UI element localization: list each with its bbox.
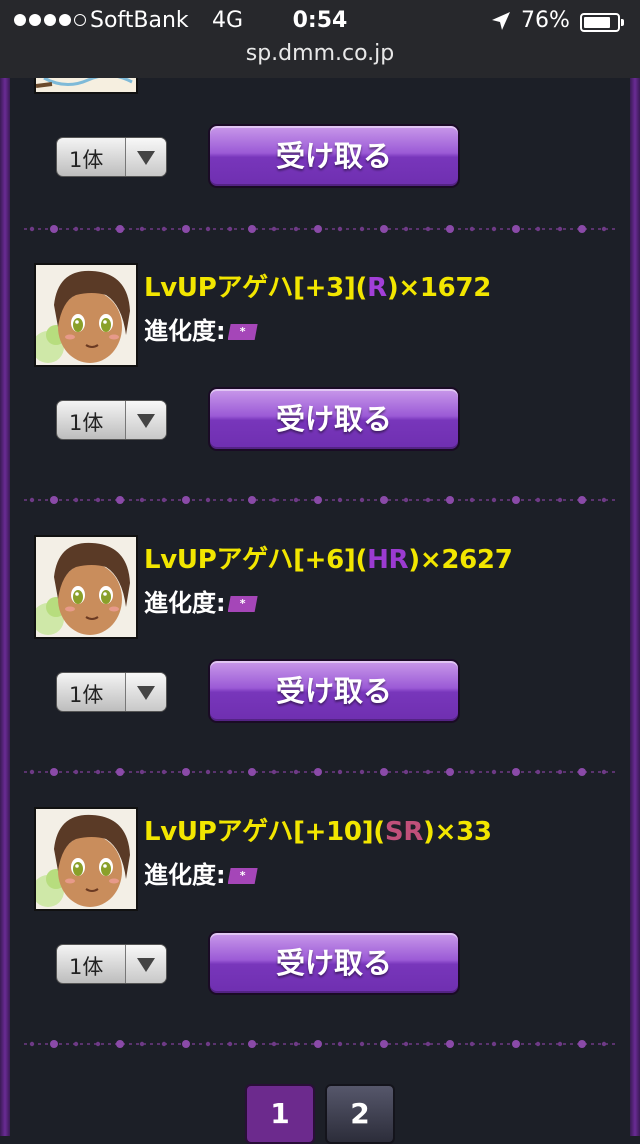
rarity-label: R: [367, 273, 387, 303]
character-thumbnail: [34, 535, 138, 639]
dropdown-arrow-icon: [137, 958, 155, 972]
rarity-label: SR: [384, 817, 424, 847]
reward-item: LvUPアゲハ[+6](HR)×2627 進化度: * 1体 受け取る: [0, 535, 640, 735]
quantity-select[interactable]: 1体: [56, 400, 167, 440]
quantity-value: 1体: [69, 148, 104, 172]
receive-button[interactable]: 受け取る: [208, 931, 460, 995]
character-thumbnail: [34, 807, 138, 911]
ornament-divider: [24, 224, 616, 234]
evolution-star-icon: *: [227, 596, 258, 612]
quantity-value: 1体: [69, 955, 104, 979]
location-arrow-icon: [492, 12, 510, 30]
evolution-star-icon: *: [227, 868, 258, 884]
evolution-row: 進化度: *: [144, 311, 258, 346]
evolution-row: 進化度: *: [144, 855, 258, 890]
url-bar[interactable]: sp.dmm.co.jp: [0, 41, 640, 66]
quantity-value: 1体: [69, 411, 104, 435]
evolution-star-icon: *: [227, 324, 258, 340]
reward-item: LvUPアゲハ[+10](SR)×33 進化度: * 1体 受け取る: [0, 807, 640, 1007]
item-title: LvUPアゲハ[+10](SR)×33: [144, 817, 492, 847]
character-thumbnail: [34, 263, 138, 367]
rarity-label: HR: [367, 545, 409, 575]
ornament-divider: [24, 495, 616, 505]
dropdown-arrow-icon: [137, 151, 155, 165]
item-title: LvUPアゲハ[+3](R)×1672: [144, 273, 492, 303]
quantity-value: 1体: [69, 683, 104, 707]
status-bar: SoftBank 4G 0:54 76% sp.dmm.co.jp: [0, 0, 640, 78]
receive-button[interactable]: 受け取る: [208, 659, 460, 723]
ornament-divider: [24, 1039, 616, 1049]
battery-icon: [580, 13, 624, 32]
ornament-divider: [24, 767, 616, 777]
quantity-select[interactable]: 1体: [56, 672, 167, 712]
battery-percent: 76%: [521, 8, 570, 33]
evolution-row: 進化度: *: [144, 583, 258, 618]
dropdown-arrow-icon: [137, 414, 155, 428]
reward-item: LvUPアゲハ[+3](R)×1672 進化度: * 1体 受け取る: [0, 263, 640, 463]
page-button-2[interactable]: 2: [325, 1084, 395, 1144]
quantity-select[interactable]: 1体: [56, 137, 167, 177]
page-button-1[interactable]: 1: [245, 1084, 315, 1144]
dropdown-arrow-icon: [137, 686, 155, 700]
receive-button[interactable]: 受け取る: [208, 124, 460, 188]
quantity-select[interactable]: 1体: [56, 944, 167, 984]
item-title: LvUPアゲハ[+6](HR)×2627: [144, 545, 513, 575]
receive-button[interactable]: 受け取る: [208, 387, 460, 451]
